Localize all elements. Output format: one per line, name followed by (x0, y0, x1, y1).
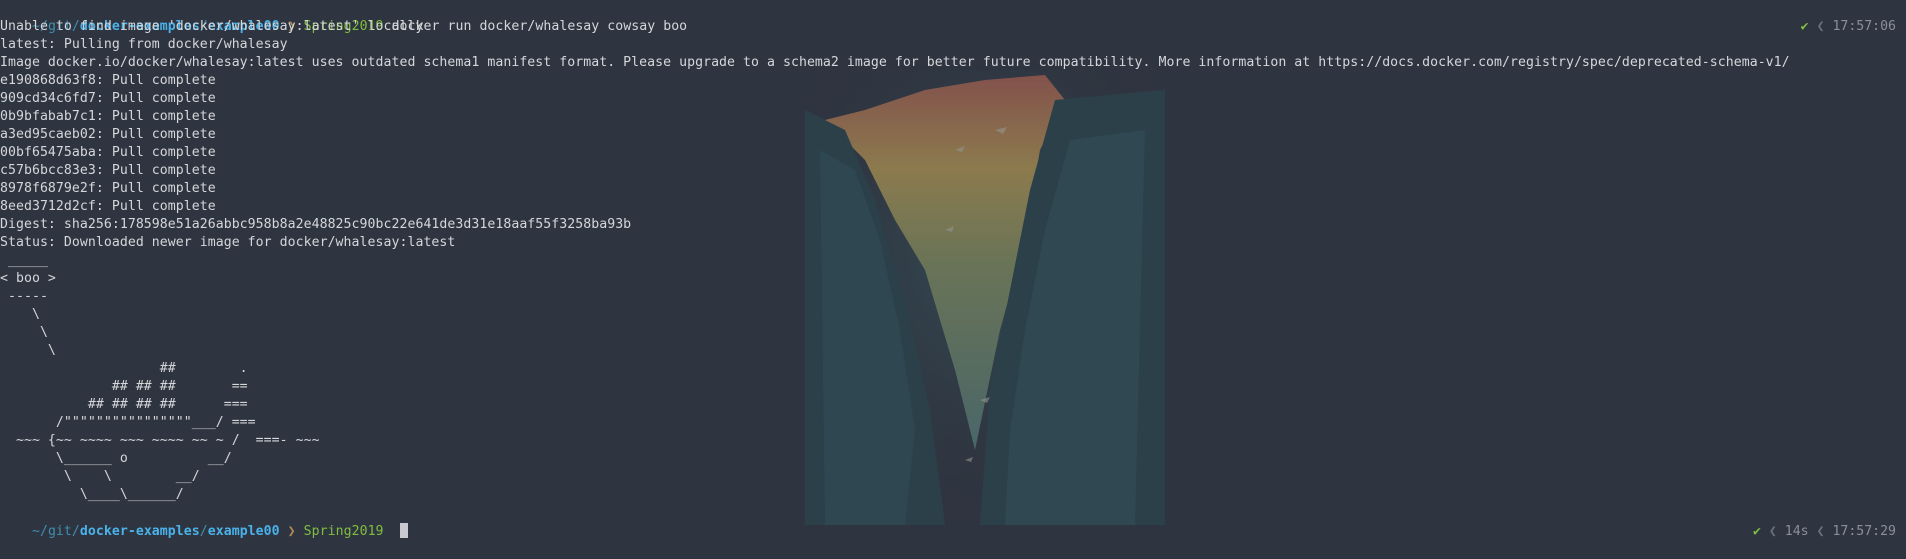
status-top: ✔ ❮ 17:57:06 (1769, 0, 1896, 34)
output-line: 8978f6879e2f: Pull complete (0, 181, 216, 196)
cowsay-line: \____\______/ (0, 487, 184, 502)
output-line: 8eed3712d2cf: Pull complete (0, 199, 216, 214)
cowsay-line: ~~~ {~~ ~~~~ ~~~ ~~~~ ~~ ~ / ===- ~~~ (0, 433, 320, 448)
status-separator-icon: ❮ (1816, 524, 1825, 539)
status-time: 17:57:06 (1832, 19, 1896, 34)
prompt-line-top: ~/git/docker-examples/example00 ❯ Spring… (0, 0, 687, 34)
success-check-icon: ✔ (1800, 19, 1809, 34)
status-separator-icon: ❮ (1816, 19, 1825, 34)
cowsay-line: < boo > (0, 271, 56, 286)
status-separator-icon: ❮ (1768, 524, 1777, 539)
command-text: docker run docker/whalesay cowsay boo (391, 19, 688, 34)
output-line: a3ed95caeb02: Pull complete (0, 127, 216, 142)
output-line: latest: Pulling from docker/whalesay (0, 37, 288, 52)
cowsay-line: ----- (0, 289, 48, 304)
prompt-path-dir: example00 (207, 524, 280, 539)
cowsay-line: ## . (0, 361, 248, 376)
prompt-separator-icon: ❯ (280, 523, 304, 541)
status-time: 17:57:29 (1832, 524, 1896, 539)
output-line: 909cd34c6fd7: Pull complete (0, 91, 216, 106)
status-bottom: ✔ ❮ 14s ❮ 17:57:29 (1721, 505, 1896, 539)
prompt-separator-glyph: ❯ (287, 524, 296, 539)
prompt-path-repo: docker-examples (79, 524, 200, 539)
output-line: c57b6bcc83e3: Pull complete (0, 163, 216, 178)
cowsay-line: _____ (0, 253, 48, 268)
output-line: Unable to find image 'docker/whalesay:la… (0, 19, 424, 34)
cowsay-line: \ (0, 325, 48, 340)
git-branch-label: Spring2019 (303, 524, 384, 539)
prompt-path-separator: / (199, 524, 208, 539)
cowsay-line: \______ o __/ (0, 451, 232, 466)
output-line: Digest: sha256:178598e51a26abbc958b8a2e4… (0, 217, 632, 232)
prompt-line-bottom[interactable]: ~/git/docker-examples/example00 ❯ Spring… (0, 505, 408, 539)
prompt-path-prefix: ~/git/ (31, 524, 80, 539)
output-line: Image docker.io/docker/whalesay:latest u… (0, 55, 1790, 70)
output-line: Status: Downloaded newer image for docke… (0, 235, 456, 250)
output-line: 00bf65475aba: Pull complete (0, 145, 216, 160)
terminal-window[interactable]: ~/git/docker-examples/example00 ❯ Spring… (0, 0, 1906, 539)
cowsay-line: \ \ __/ (0, 469, 200, 484)
output-line: 0b9bfabab7c1: Pull complete (0, 109, 216, 124)
cowsay-line: ## ## ## ## === (0, 397, 248, 412)
output-line: e190868d63f8: Pull complete (0, 73, 216, 88)
text-cursor[interactable] (399, 523, 408, 538)
command-duration: 14s (1784, 524, 1809, 539)
success-check-icon: ✔ (1752, 524, 1761, 539)
cowsay-line: \ (0, 343, 56, 358)
cowsay-line: \ (0, 307, 40, 322)
cowsay-line: /""""""""""""""""___/ === (0, 415, 256, 430)
cowsay-line: ## ## ## == (0, 379, 248, 394)
